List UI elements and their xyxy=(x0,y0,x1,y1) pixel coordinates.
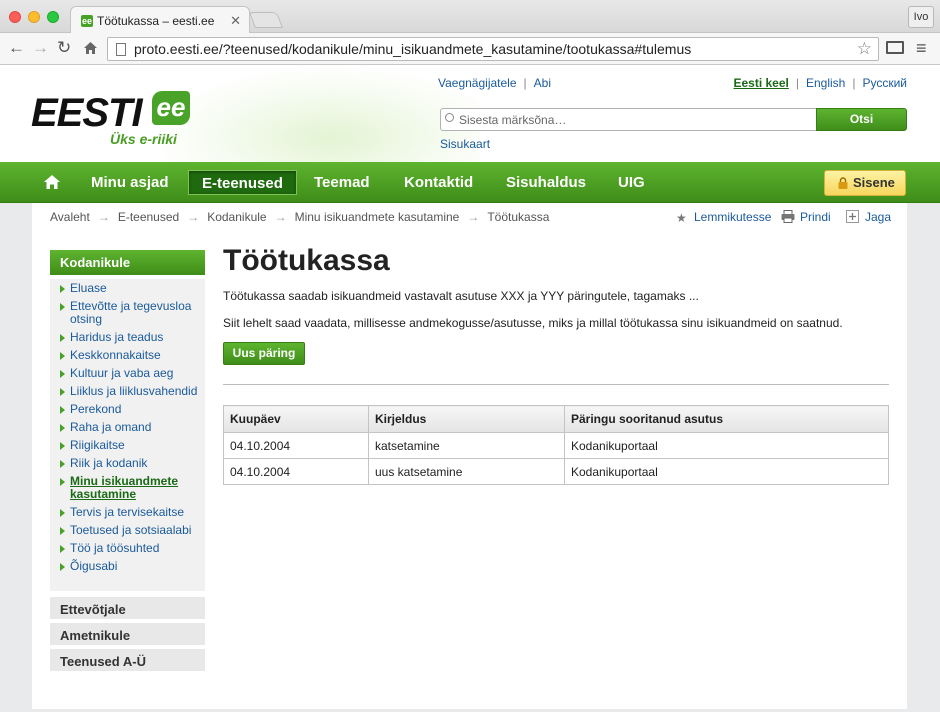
sidebar-item-haridus[interactable]: Haridus ja teadus xyxy=(58,331,199,344)
cell-description: uus katsetamine xyxy=(368,458,565,485)
eesti-logo[interactable]: EESTI ee Üks e-riiki xyxy=(31,91,201,151)
minimize-window-icon[interactable] xyxy=(28,11,40,23)
cell-institution: Kodanikuportaal xyxy=(564,432,889,459)
page-title: Töötukassa xyxy=(223,244,390,277)
page-icon xyxy=(116,43,126,56)
sidebar-item-raha[interactable]: Raha ja omand xyxy=(58,421,199,434)
lang-english[interactable]: English xyxy=(806,76,845,90)
sidebar-item-toetused[interactable]: Toetused ja sotsiaalabi xyxy=(58,524,199,537)
profile-button[interactable]: Ivo xyxy=(908,6,934,28)
site-header: EESTI ee Üks e-riiki Vaegnägijatele | Abi … xyxy=(0,65,940,162)
nav-uig[interactable]: UIG xyxy=(605,170,658,195)
forward-arrow-icon[interactable]: → xyxy=(32,38,49,58)
login-button[interactable]: Sisene xyxy=(824,170,906,196)
col-header-institution: Päringu sooritanud asutus xyxy=(564,405,889,433)
main-navigation: Minu asjad E-teenused Teemad Kontaktid S… xyxy=(0,162,940,203)
sidebar-item-oigusabi[interactable]: Õigusabi xyxy=(58,560,199,573)
sidebar-item-riigikaitse[interactable]: Riigikaitse xyxy=(58,439,199,452)
site-favicon-icon: ee xyxy=(81,15,93,27)
nav-kontaktid[interactable]: Kontaktid xyxy=(391,170,486,195)
lock-icon xyxy=(838,177,848,189)
logo-ee-badge: ee xyxy=(152,91,190,125)
description-text: Siit lehelt saad vaadata, millisesse and… xyxy=(223,316,843,330)
tab-title: Töötukassa – eesti.ee xyxy=(97,14,215,28)
new-query-button[interactable]: Uus päring xyxy=(223,342,305,365)
close-window-icon[interactable] xyxy=(9,11,21,23)
url-input[interactable]: proto.eesti.ee/?teenused/kodanikule/minu… xyxy=(107,37,879,61)
sidebar-item-ettevotte[interactable]: Ettevõtte ja tegevusloa otsing xyxy=(58,300,199,326)
url-text: proto.eesti.ee/?teenused/kodanikule/minu… xyxy=(134,41,692,57)
link-help[interactable]: Abi xyxy=(534,76,551,90)
print-link[interactable]: Prindi xyxy=(800,210,831,224)
sidebar-list: Eluase Ettevõtte ja tegevusloa otsing Ha… xyxy=(50,279,205,591)
reload-icon[interactable]: ↻ xyxy=(57,38,71,58)
language-switcher: Eesti keel | English | Русский xyxy=(733,76,907,90)
browser-tab-bar: ee Töötukassa – eesti.ee ✕ Ivo xyxy=(0,0,940,34)
star-icon: ★ xyxy=(676,211,687,225)
lang-russian[interactable]: Русский xyxy=(862,76,907,90)
bookmark-star-icon[interactable]: ☆ xyxy=(857,39,872,59)
top-links: Vaegnägijatele | Abi xyxy=(438,76,551,90)
breadcrumb: Avaleht → E-teenused → Kodanikule → Minu isiku… xyxy=(50,210,550,224)
new-tab-button[interactable] xyxy=(249,12,283,28)
sidebar-item-kultuur[interactable]: Kultuur ja vaba aeg xyxy=(58,367,199,380)
search-icon xyxy=(445,113,454,122)
logo-tagline: Üks e-riiki xyxy=(110,131,177,147)
browser-tab[interactable]: ee Töötukassa – eesti.ee ✕ xyxy=(70,6,250,34)
crumb-minu-isikuandmete[interactable]: Minu isikuandmete kasutamine xyxy=(295,210,460,224)
table-row: 04.10.2004 uus katsetamine Kodanikuporta… xyxy=(223,458,889,485)
crumb-kodanikule[interactable]: Kodanikule xyxy=(207,210,266,224)
search-button[interactable]: Otsi xyxy=(816,108,907,131)
home-icon[interactable] xyxy=(83,41,98,55)
sidebar-item-eluase[interactable]: Eluase xyxy=(58,282,199,295)
crumb-current: Töötukassa xyxy=(487,210,550,224)
cell-institution: Kodanikuportaal xyxy=(564,458,889,485)
home-icon[interactable] xyxy=(43,173,61,191)
nav-teemad[interactable]: Teemad xyxy=(301,170,383,195)
printer-icon xyxy=(781,210,795,223)
cast-icon[interactable] xyxy=(886,41,904,54)
maximize-window-icon[interactable] xyxy=(47,11,59,23)
browser-menu-icon[interactable]: ≡ xyxy=(916,39,927,57)
sidebar-section-ettevotjale[interactable]: Ettevõtjale xyxy=(50,595,205,619)
sidebar-item-too[interactable]: Töö ja töösuhted xyxy=(58,542,199,555)
cell-description: katsetamine xyxy=(368,432,565,459)
sidebar-section-teenused[interactable]: Teenused A-Ü xyxy=(50,647,205,671)
sidebar-item-liiklus[interactable]: Liiklus ja liiklusvahendid xyxy=(58,385,199,398)
nav-e-teenused[interactable]: E-teenused xyxy=(188,170,297,195)
cell-date: 04.10.2004 xyxy=(223,432,369,459)
results-table: Kuupäev Kirjeldus Päringu sooritanud asu… xyxy=(223,405,889,485)
crumb-e-teenused[interactable]: E-teenused xyxy=(118,210,179,224)
sidebar-item-isikuandmed[interactable]: Minu isikuandmete kasutamine xyxy=(58,475,199,501)
sidebar-heading[interactable]: Kodanikule xyxy=(50,250,205,275)
close-tab-icon[interactable]: ✕ xyxy=(230,13,241,29)
table-header-row: Kuupäev Kirjeldus Päringu sooritanud asu… xyxy=(223,405,889,433)
sidebar-item-tervis[interactable]: Tervis ja tervisekaitse xyxy=(58,506,199,519)
lang-estonian[interactable]: Eesti keel xyxy=(733,76,788,90)
sidebar-section-ametnikule[interactable]: Ametnikule xyxy=(50,621,205,645)
nav-sisuhaldus[interactable]: Sisuhaldus xyxy=(493,170,599,195)
search-placeholder: Sisesta märksõna… xyxy=(459,113,567,127)
crumb-avaleht[interactable]: Avaleht xyxy=(50,210,90,224)
search-input[interactable]: Sisesta märksõna… xyxy=(440,108,817,131)
logo-wordmark: EESTI xyxy=(31,91,143,135)
sidebar-item-keskkonnakaitse[interactable]: Keskkonnakaitse xyxy=(58,349,199,362)
login-label: Sisene xyxy=(853,175,895,190)
nav-minu-asjad[interactable]: Minu asjad xyxy=(78,170,182,195)
col-header-description: Kirjeldus xyxy=(368,405,565,433)
table-row: 04.10.2004 katsetamine Kodanikuportaal xyxy=(223,432,889,459)
favorite-link[interactable]: Lemmikutesse xyxy=(694,210,771,224)
intro-text: Töötukassa saadab isikuandmeid vastavalt… xyxy=(223,289,699,303)
link-accessibility[interactable]: Vaegnägijatele xyxy=(438,76,517,90)
col-header-date: Kuupäev xyxy=(223,405,369,433)
sitemap-link[interactable]: Sisukaart xyxy=(440,137,490,151)
address-toolbar: ← → ↻ proto.eesti.ee/?teenused/kodanikul… xyxy=(0,33,940,65)
cell-date: 04.10.2004 xyxy=(223,458,369,485)
share-plus-icon xyxy=(846,210,859,223)
back-arrow-icon[interactable]: ← xyxy=(8,38,25,58)
share-link[interactable]: Jaga xyxy=(865,210,891,224)
divider xyxy=(223,384,889,385)
sidebar-item-riik[interactable]: Riik ja kodanik xyxy=(58,457,199,470)
sidebar-item-perekond[interactable]: Perekond xyxy=(58,403,199,416)
